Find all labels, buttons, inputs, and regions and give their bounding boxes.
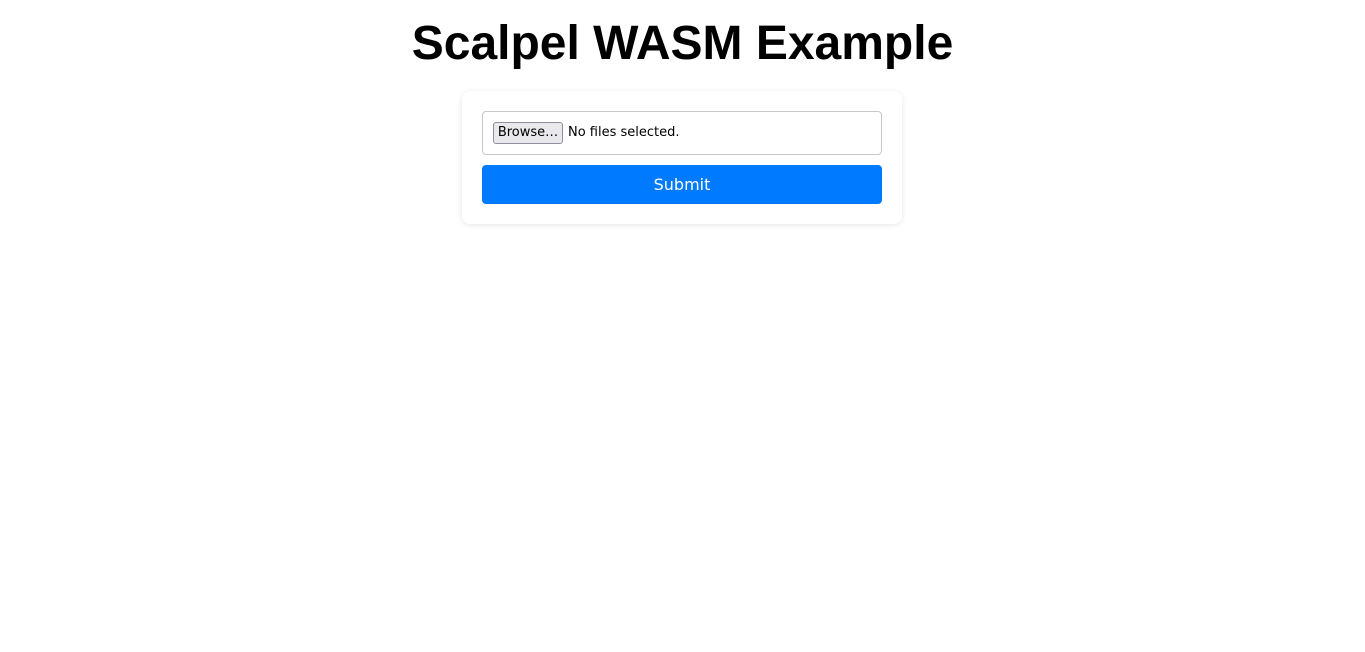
browse-button[interactable]: Browse… (493, 122, 563, 144)
page-title: Scalpel WASM Example (411, 17, 954, 70)
upload-form-card: Browse… No files selected. Submit (462, 91, 902, 224)
file-status-text: No files selected. (568, 125, 680, 140)
submit-button[interactable]: Submit (482, 165, 882, 204)
file-input[interactable]: Browse… No files selected. (482, 111, 882, 155)
